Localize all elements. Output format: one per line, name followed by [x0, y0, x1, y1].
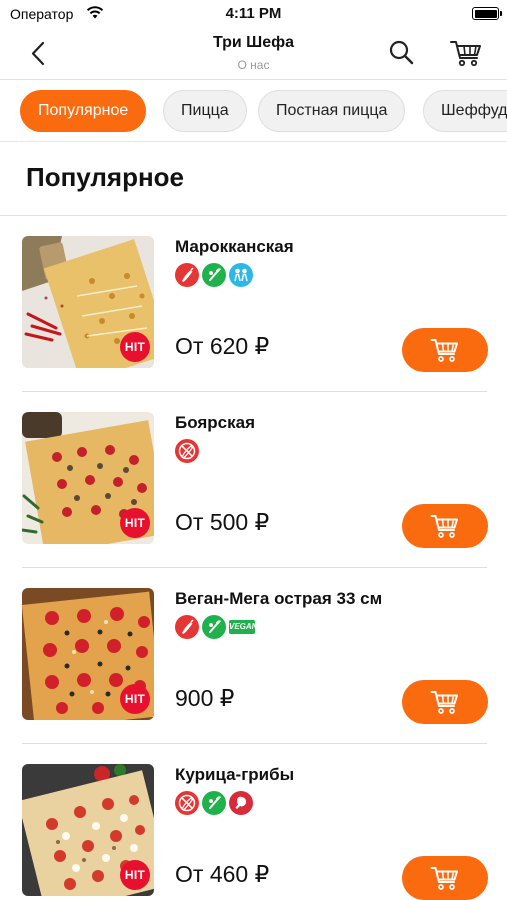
add-to-cart-button[interactable] [402, 680, 488, 724]
vegetable-icon [202, 615, 226, 639]
status-bar: Оператор 4:11 PM [0, 0, 507, 28]
cart-icon [450, 41, 481, 67]
category-tabs: Популярное Пицца Постная пицца Шеффуд [0, 80, 507, 142]
product-price: От 620 ₽ [175, 333, 270, 359]
add-to-cart-button[interactable] [402, 856, 488, 900]
product-price: От 460 ₽ [175, 861, 270, 887]
product-price: От 500 ₽ [175, 509, 270, 535]
no-spicy-icon [175, 439, 199, 463]
product-card[interactable]: HIT Курица-грибы От 460 ₽ [0, 744, 507, 900]
add-to-cart-button[interactable] [402, 328, 488, 372]
cart-icon [430, 515, 458, 538]
product-name: Боярская [175, 413, 256, 432]
hit-badge: HIT [120, 684, 150, 714]
nav-bar: Три Шефа О нас [0, 28, 507, 80]
status-time: 4:11 PM [225, 5, 282, 22]
product-name: Курица-грибы [175, 765, 295, 784]
product-card[interactable]: HIT Веган-Мега острая 33 см VEGAN 900 ₽ [0, 568, 507, 744]
product-price: 900 ₽ [175, 685, 235, 711]
hit-badge: HIT [120, 860, 150, 890]
vegan-icon: VEGAN [229, 620, 257, 634]
product-image: HIT [22, 764, 154, 896]
cart-button[interactable] [448, 36, 484, 68]
category-chip-popular[interactable]: Популярное [20, 90, 147, 132]
product-image: HIT [22, 236, 154, 368]
add-to-cart-button[interactable] [402, 504, 488, 548]
product-name: Марокканская [175, 237, 294, 256]
product-card[interactable]: HIT Марокканская От 620 ₽ [0, 216, 507, 392]
cart-icon [430, 339, 458, 362]
search-button[interactable] [386, 37, 418, 69]
cart-icon [430, 867, 458, 890]
vegetable-icon [202, 263, 226, 287]
product-image: HIT [22, 588, 154, 720]
section-title: Популярное [26, 162, 185, 192]
product-image: HIT [22, 412, 154, 544]
hit-badge: HIT [120, 508, 150, 538]
about-link[interactable]: О нас [0, 58, 507, 72]
spicy-icon [175, 263, 199, 287]
vegetable-icon [202, 791, 226, 815]
hit-badge: HIT [120, 332, 150, 362]
product-name: Веган-Мега острая 33 см [175, 589, 383, 608]
page-title: Три Шефа [212, 34, 295, 51]
spicy-icon [175, 615, 199, 639]
product-card[interactable]: HIT Боярская От 500 ₽ [0, 392, 507, 568]
category-chip-lenten-pizza[interactable]: Постная пицца [258, 90, 406, 132]
no-spicy-icon [175, 791, 199, 815]
kids-icon [229, 263, 253, 287]
category-chip-sheffud[interactable]: Шеффуд [423, 90, 507, 132]
search-icon [389, 40, 414, 65]
category-chip-pizza[interactable]: Пицца [163, 90, 247, 132]
chicken-icon [229, 791, 253, 815]
cart-icon [430, 691, 458, 714]
battery-icon [472, 7, 502, 20]
